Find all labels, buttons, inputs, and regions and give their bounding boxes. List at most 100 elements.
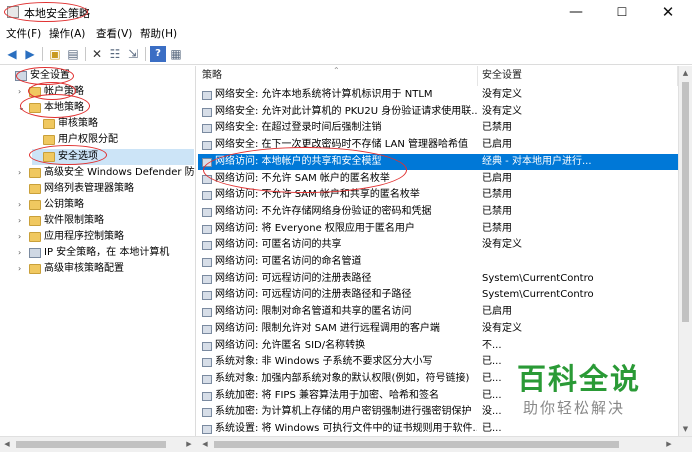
folder-icon [29,103,41,114]
tree-item-label: 高级审核策略配置 [44,263,124,275]
tree-item[interactable]: 审核策略 [32,116,194,132]
table-row[interactable]: 网络访问: 不允许 SAM 帐户和共享的匿名枚举 已禁用 [198,187,678,204]
expand-chevron-icon[interactable]: › [18,197,28,213]
tree-item-label: IP 安全策略，在 本地计算机 [44,247,170,259]
delete-icon[interactable]: ✕ [89,46,105,62]
tree-item[interactable]: › 高级安全 Windows Defender 防火墙 [18,165,195,181]
policy-item-icon [202,258,212,267]
watermark-title: 百科全说 [517,362,642,396]
properties-icon[interactable]: ☷ [107,46,123,62]
close-button[interactable]: ✕ [645,0,691,24]
tree-item[interactable]: › 软件限制策略 [18,213,194,229]
toolbar: ◀ ▶ ▣ ▤ ✕ ☷ ⇲ ? ▦ [0,43,692,65]
policy-item-icon [202,425,212,434]
maximize-button[interactable]: ☐ [599,0,645,24]
policy-name: 网络访问: 不允许 SAM 帐户和共享的匿名枚举 [215,189,420,201]
column-header-setting-label: 安全设置 [482,70,522,81]
tree-item[interactable]: 用户权限分配 [32,132,194,148]
table-row[interactable]: 网络访问: 可远程访问的注册表路径 System\CurrentContro... [198,271,678,288]
scroll-right-icon[interactable]: ▶ [662,437,676,452]
up-folder-icon[interactable]: ▣ [47,46,63,62]
tree-item[interactable]: › 高级审核策略配置 [18,261,194,277]
tree-item-label: 安全选项 [58,150,98,162]
column-header-setting[interactable]: 安全设置 [478,66,678,86]
forward-arrow-icon[interactable]: ▶ [22,46,38,62]
scroll-thumb-left-pane[interactable] [16,441,166,448]
column-header-policy[interactable]: 策略 ⌃ [198,66,478,86]
toolbar-separator [42,47,43,61]
tree-item[interactable]: 安全选项 [32,148,194,165]
horizontal-scrollbar[interactable]: ◀ ▶ ◀ ▶ [0,436,692,452]
watermark-subtitle: 助你轻松解决 [523,399,626,417]
tree-item[interactable]: 网络列表管理器策略 [18,181,194,197]
scroll-down-icon[interactable]: ▼ [679,422,692,436]
scroll-thumb-right-pane[interactable] [214,441,619,448]
scroll-thumb[interactable] [682,82,689,322]
expand-chevron-icon[interactable]: ⌄ [18,100,28,116]
table-row[interactable]: 网络安全: 在超过登录时间后强制注销 已禁用 [198,120,678,137]
policy-name: 系统对象: 加强内部系统对象的默认权限(例如，符号链接) [215,372,470,384]
scroll-up-icon[interactable]: ▲ [679,66,692,80]
tree-item-label: 帐户策略 [44,86,84,98]
scroll-right-icon[interactable]: ▶ [182,437,196,452]
vertical-scrollbar[interactable]: ▲ ▼ [678,66,692,436]
expand-chevron-icon[interactable]: › [18,229,28,245]
table-row[interactable]: 网络访问: 可远程访问的注册表路径和子路径 System\CurrentContr… [198,287,678,304]
tree-item-label: 高级安全 Windows Defender 防火墙 [44,166,195,178]
table-row[interactable]: 网络访问: 不允许存储网络身份验证的密码和凭据 已禁用 [198,204,678,221]
policy-name: 系统加密: 将 FIPS 兼容算法用于加密、哈希和签名 [215,389,439,401]
table-row[interactable]: 网络访问: 将 Everyone 权限应用于匿名用户 已禁用 [198,221,678,238]
policy-name: 网络安全: 在下一次更改密码时不存储 LAN 管理器哈希值 [215,139,469,151]
menu-action[interactable]: 操作(A) [49,26,85,41]
table-row[interactable]: 网络访问: 可匿名访问的命名管道 [198,254,678,271]
policy-name: 系统加密: 为计算机上存储的用户密钥强制进行强密钥保护 [215,406,472,418]
policy-name: 网络访问: 本地帐户的共享和安全模型 [215,155,382,167]
tree-item[interactable]: › 应用程序控制策略 [18,229,194,245]
table-row[interactable]: 网络访问: 限制对命名管道和共享的匿名访问 已启用 [198,304,678,321]
help-icon[interactable]: ? [150,46,166,62]
show-tree-icon[interactable]: ▤ [65,46,81,62]
security-setting-value: 已禁用 [482,222,512,234]
table-row[interactable]: 网络访问: 允许匿名 SID/名称转换 不... [198,338,678,355]
table-row[interactable]: 网络访问: 不允许 SAM 帐户的匿名枚举 已启用 [198,171,678,188]
expand-chevron-icon[interactable]: › [18,84,28,100]
expand-chevron-icon[interactable]: › [18,165,28,181]
security-setting-value: 没有定义 [482,322,522,334]
policy-item-icon [202,224,212,234]
expand-chevron-icon[interactable]: › [18,213,28,229]
tree-item[interactable]: › 帐户策略 [18,84,194,100]
back-arrow-icon[interactable]: ◀ [4,46,20,62]
tree-item[interactable]: ⌄ 本地策略 [18,100,194,116]
security-setting-value: 没有定义 [482,105,522,117]
tree-item[interactable]: 安全设置 [4,68,194,84]
menu-help[interactable]: 帮助(H) [140,26,177,41]
table-row[interactable]: 网络访问: 本地帐户的共享和安全模型 经典 - 对本地用户进行... [198,153,678,171]
policy-item-icon [202,374,212,384]
table-row[interactable]: 网络访问: 限制允许对 SAM 进行远程调用的客户端 没有定义 [198,321,678,338]
policy-item-icon [202,207,212,217]
expand-chevron-icon[interactable]: › [18,261,28,277]
policy-item-icon [202,107,212,117]
minimize-button[interactable]: — [553,0,599,24]
policy-icon [15,71,27,81]
view-icon[interactable]: ▦ [168,46,184,62]
menu-file[interactable]: 文件(F) [6,26,41,41]
scroll-left-icon[interactable]: ◀ [198,437,212,452]
security-setting-value: 已禁用 [482,189,512,201]
tree-item[interactable]: › 公钥策略 [18,197,194,213]
tree-item[interactable]: › IP 安全策略，在 本地计算机 [18,245,194,261]
scroll-left-icon[interactable]: ◀ [0,437,14,452]
expand-chevron-icon[interactable]: › [18,245,28,261]
menu-view[interactable]: 查看(V) [96,26,132,41]
policy-icon [29,248,41,259]
table-row[interactable]: 系统设置: 将 Windows 可执行文件中的证书规则用于软件... 已... [198,421,678,436]
policy-item-icon [202,324,212,334]
toolbar-separator [145,47,146,61]
table-row[interactable]: 网络安全: 在下一次更改密码时不存储 LAN 管理器哈希值 已启用 [198,137,678,154]
table-row[interactable]: 网络访问: 可匿名访问的共享 没有定义 [198,237,678,254]
column-header-policy-label: 策略 [202,70,222,81]
folder-icon [29,264,41,275]
export-icon[interactable]: ⇲ [125,46,141,62]
table-row[interactable]: 网络安全: 允许本地系统将计算机标识用于 NTLM 没有定义 [198,87,678,104]
table-row[interactable]: 网络安全: 允许对此计算机的 PKU2U 身份验证请求使用联... 没有定义 [198,104,678,121]
